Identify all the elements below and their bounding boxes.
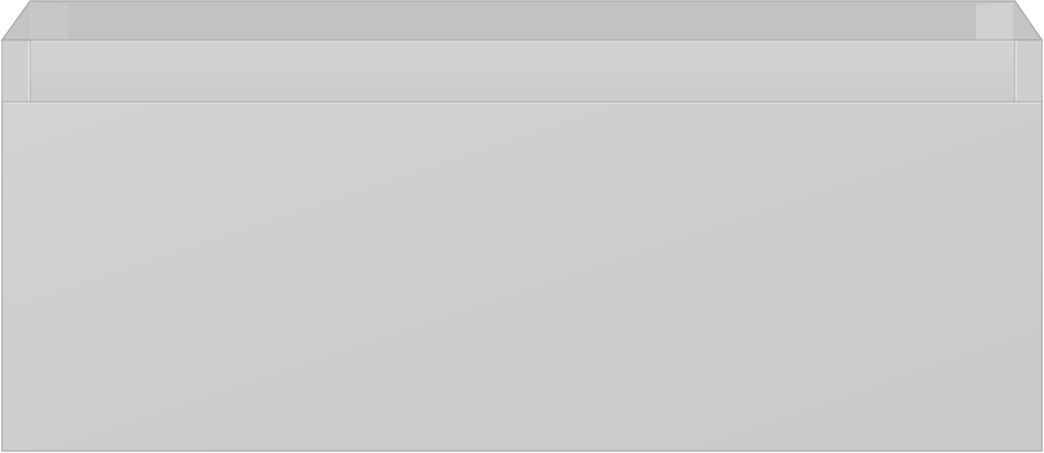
inner-left-side: [30, 3, 68, 40]
left-side-post: [1, 39, 31, 103]
inner-right-side: [976, 3, 1013, 40]
inner-back-wall: [68, 4, 976, 40]
drawer-box: [0, 0, 1044, 452]
inner-front-wall: [29, 39, 1016, 103]
drawer-illustration: [0, 0, 1044, 453]
right-side-post: [1014, 39, 1043, 103]
front-panel: [1, 101, 1043, 452]
